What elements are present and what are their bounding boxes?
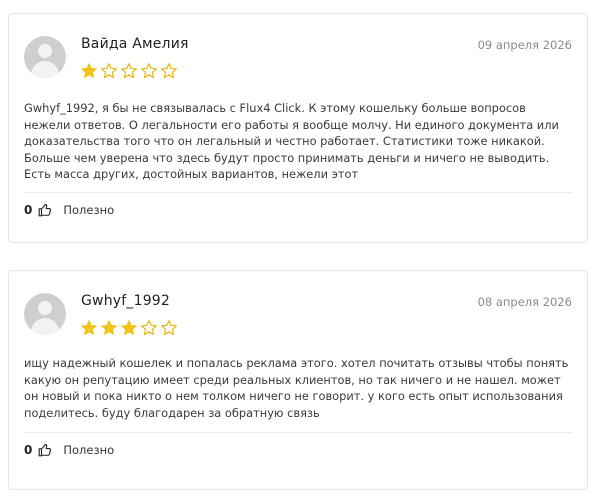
review-text: Gwhyf_1992, я бы не связывалась с Flux4 …	[24, 101, 559, 181]
star-filled-icon	[81, 320, 97, 335]
review-author: Gwhyf_1992	[81, 293, 171, 309]
avatar-icon	[24, 36, 66, 78]
star-empty-icon	[121, 63, 137, 79]
star-filled-icon	[81, 63, 97, 78]
review-card: Gwhyf_1992 08 апреля 2026 ищу надежный к…	[8, 270, 588, 490]
avatar-body	[31, 318, 59, 335]
rating-stars	[80, 319, 178, 337]
thumbs-up-icon	[38, 203, 52, 217]
rating-stars	[80, 62, 178, 80]
review-card: Вайда Амелия 09 апреля 2026 Gwhyf_1992, …	[8, 13, 588, 243]
review-footer: 0 Полезно	[24, 203, 114, 217]
helpful-button[interactable]: Полезно	[38, 203, 114, 217]
avatar-head	[38, 301, 52, 315]
helpful-count: 0	[24, 203, 33, 217]
helpful-count: 0	[24, 443, 33, 457]
star-empty-icon	[161, 320, 177, 336]
review-text: ищу надежный кошелек и попалась реклама …	[24, 356, 569, 420]
review-author: Вайда Амелия	[81, 36, 189, 52]
star-filled-icon	[101, 320, 117, 335]
review-footer: 0 Полезно	[24, 443, 114, 457]
helpful-label: Полезно	[63, 203, 115, 217]
star-empty-icon	[141, 63, 157, 79]
divider	[24, 192, 572, 193]
review-date: 09 апреля 2026	[477, 38, 572, 52]
thumbs-up-icon	[38, 443, 52, 457]
star-empty-icon	[101, 63, 117, 79]
review-date: 08 апреля 2026	[477, 295, 572, 309]
star-empty-icon	[141, 320, 157, 336]
avatar-head	[38, 44, 52, 58]
star-filled-icon	[121, 320, 137, 335]
helpful-label: Полезно	[63, 443, 115, 457]
divider	[24, 432, 572, 433]
avatar-icon	[24, 293, 66, 335]
star-empty-icon	[161, 63, 177, 79]
avatar-body	[31, 61, 59, 78]
helpful-button[interactable]: Полезно	[38, 443, 114, 457]
